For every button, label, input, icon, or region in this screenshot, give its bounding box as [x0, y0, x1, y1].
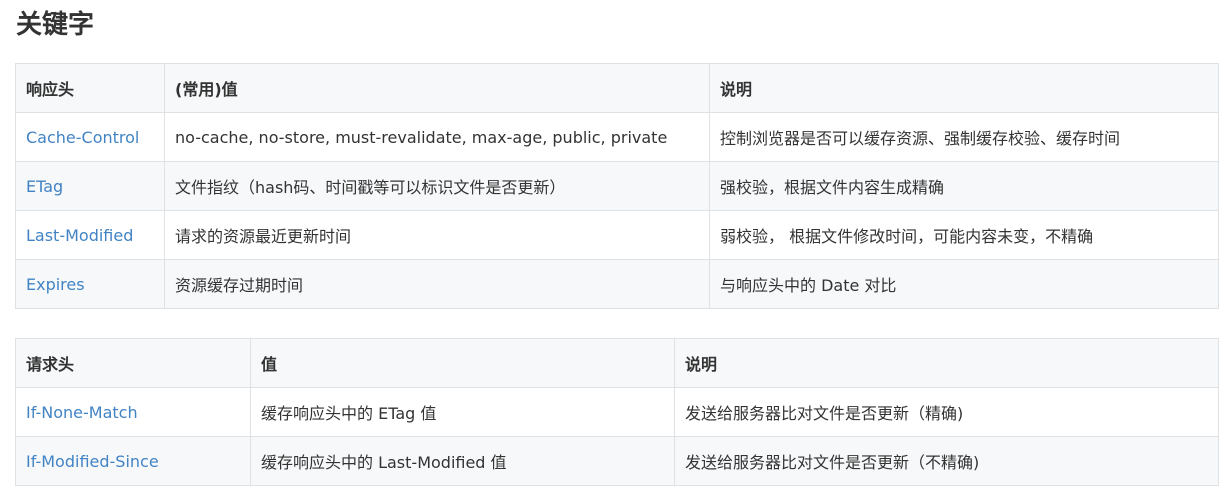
table-row: ETag 文件指纹（hash码、时间戳等可以标识文件是否更新） 强校验，根据文件…	[15, 161, 1219, 211]
column-header: (常用)值	[164, 63, 710, 113]
description-cell: 弱校验， 根据文件修改时间，可能内容未变，不精确	[709, 210, 1219, 260]
value-cell: 缓存响应头中的 ETag 值	[250, 387, 675, 437]
header-key-cell: Last-Modified	[15, 210, 165, 260]
table-row: Expires 资源缓存过期时间 与响应头中的 Date 对比	[15, 259, 1219, 309]
header-key-cell: If-Modified-Since	[15, 436, 251, 486]
header-key-link[interactable]: If-Modified-Since	[26, 452, 159, 471]
table-row: If-Modified-Since 缓存响应头中的 Last-Modified …	[15, 436, 1219, 486]
table-row: Cache-Control no-cache, no-store, must-r…	[15, 112, 1219, 162]
description-cell: 发送给服务器比对文件是否更新（不精确)	[674, 436, 1219, 486]
header-key-cell: Cache-Control	[15, 112, 165, 162]
header-key-link[interactable]: Cache-Control	[26, 128, 139, 147]
value-cell: no-cache, no-store, must-revalidate, max…	[164, 112, 710, 162]
value-cell: 文件指纹（hash码、时间戳等可以标识文件是否更新）	[164, 161, 710, 211]
header-key-cell: If-None-Match	[15, 387, 251, 437]
column-header: 说明	[674, 338, 1219, 388]
column-header: 说明	[709, 63, 1219, 113]
header-key-link[interactable]: If-None-Match	[26, 403, 138, 422]
table-header-row: 响应头 (常用)值 说明	[15, 63, 1219, 113]
header-key-link[interactable]: Last-Modified	[26, 226, 133, 245]
table-row: Last-Modified 请求的资源最近更新时间 弱校验， 根据文件修改时间，…	[15, 210, 1219, 260]
response-headers-table: 响应头 (常用)值 说明 Cache-Control no-cache, no-…	[15, 63, 1219, 309]
value-cell: 缓存响应头中的 Last-Modified 值	[250, 436, 675, 486]
header-key-cell: ETag	[15, 161, 165, 211]
description-cell: 强校验，根据文件内容生成精确	[709, 161, 1219, 211]
request-headers-table: 请求头 值 说明 If-None-Match 缓存响应头中的 ETag 值 发送…	[15, 338, 1219, 486]
header-key-cell: Expires	[15, 259, 165, 309]
column-header: 值	[250, 338, 675, 388]
value-cell: 资源缓存过期时间	[164, 259, 710, 309]
header-key-link[interactable]: Expires	[26, 275, 85, 294]
description-cell: 与响应头中的 Date 对比	[709, 259, 1219, 309]
description-cell: 发送给服务器比对文件是否更新（精确)	[674, 387, 1219, 437]
page-heading: 关键字	[16, 10, 95, 40]
column-header: 响应头	[15, 63, 165, 113]
value-cell: 请求的资源最近更新时间	[164, 210, 710, 260]
table-header-row: 请求头 值 说明	[15, 338, 1219, 388]
column-header: 请求头	[15, 338, 251, 388]
description-cell: 控制浏览器是否可以缓存资源、强制缓存校验、缓存时间	[709, 112, 1219, 162]
table-row: If-None-Match 缓存响应头中的 ETag 值 发送给服务器比对文件是…	[15, 387, 1219, 437]
header-key-link[interactable]: ETag	[26, 177, 63, 196]
